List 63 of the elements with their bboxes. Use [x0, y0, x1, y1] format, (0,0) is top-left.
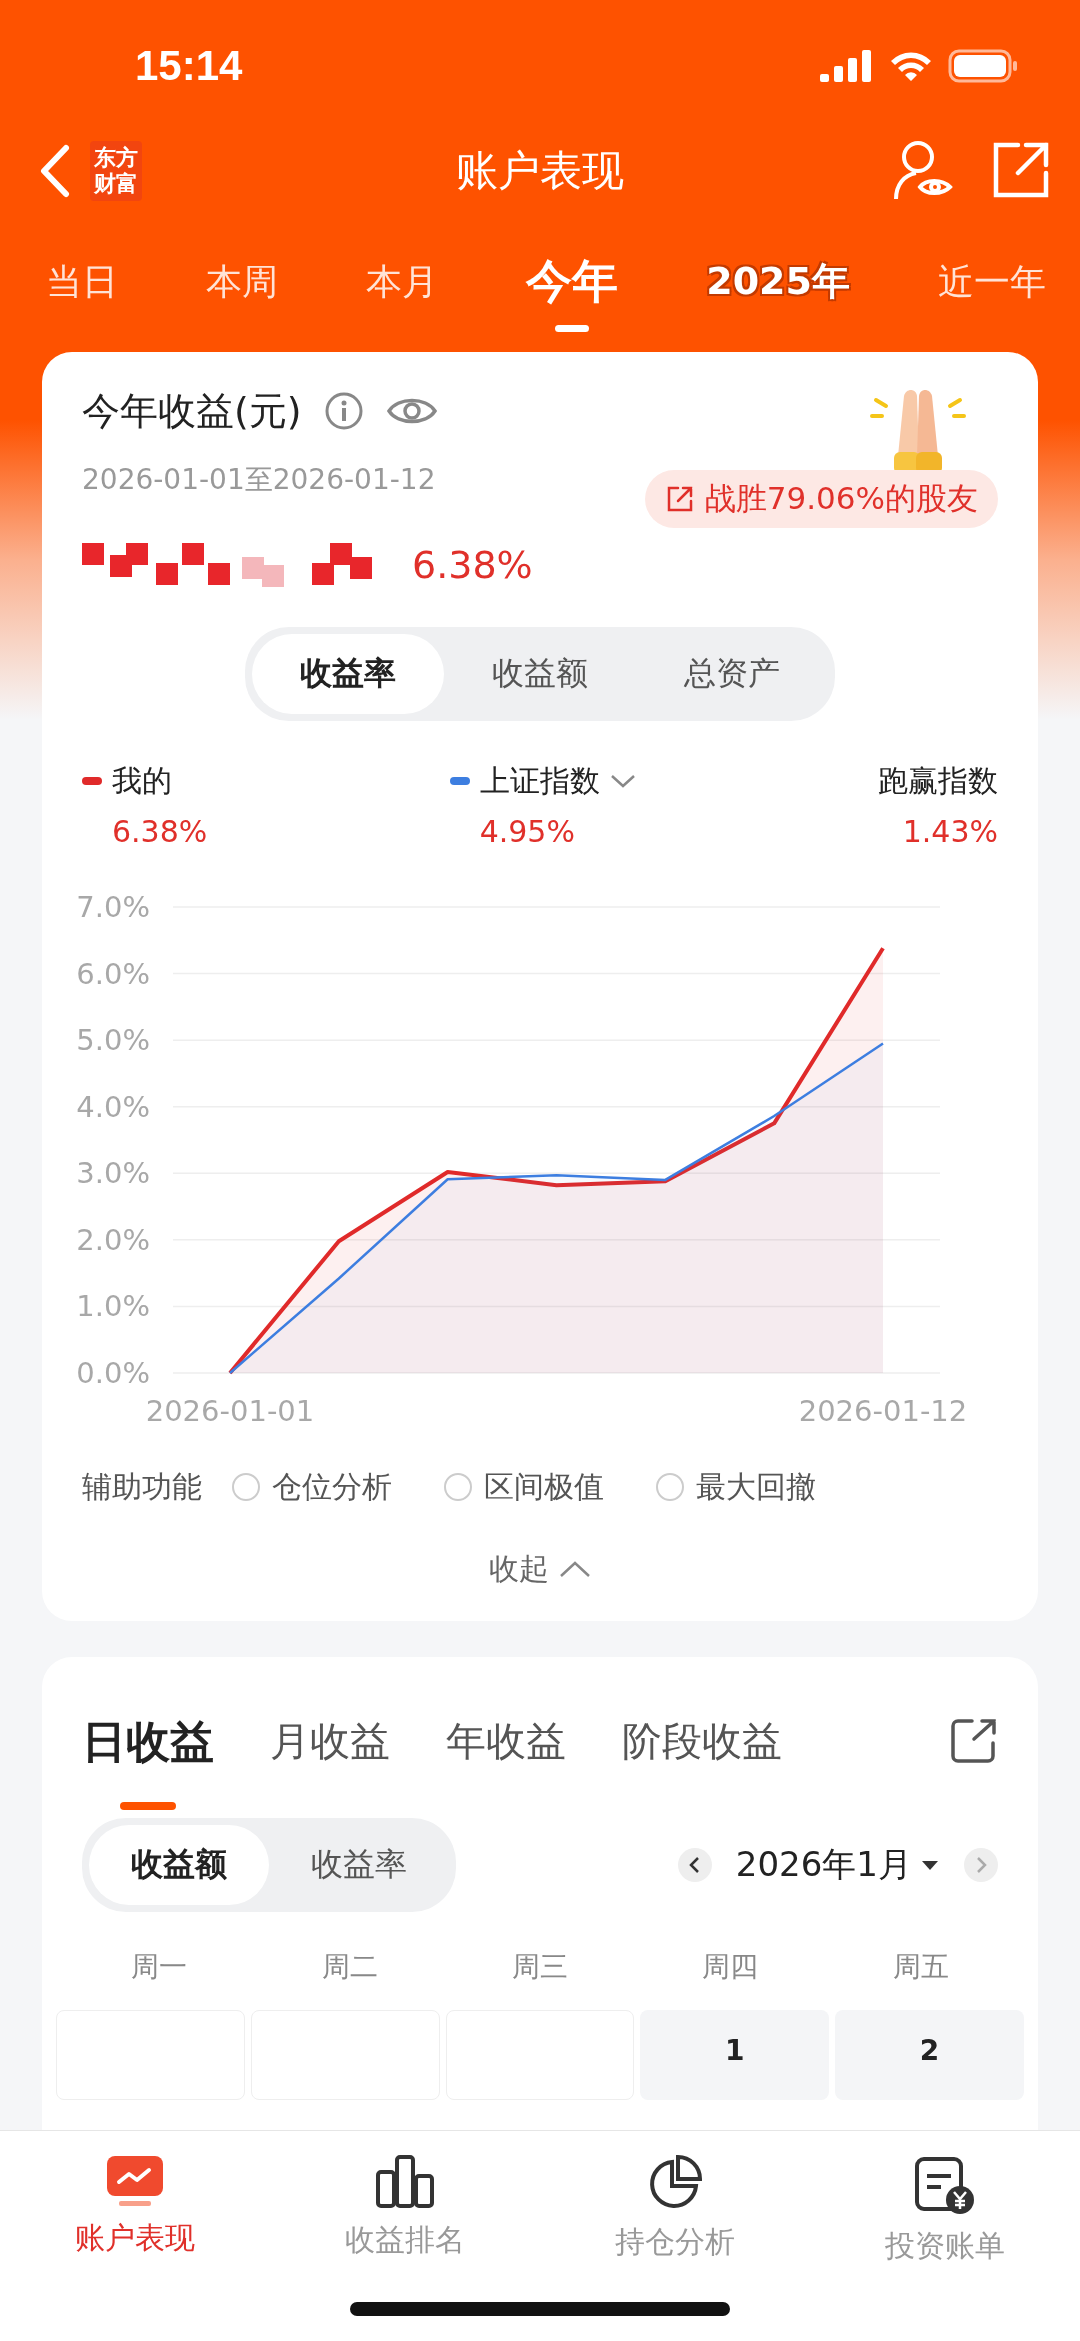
return-rate: 6.38% [412, 542, 533, 587]
radio-button[interactable] [656, 1473, 684, 1502]
app-logo: 东方 财富 [90, 140, 142, 201]
radio-button[interactable] [444, 1473, 472, 1502]
radio-button[interactable] [232, 1473, 260, 1502]
status-time: 15:14 [135, 41, 243, 90]
weekday-label: 周二 [320, 1949, 379, 1985]
legend-label: 跑赢指数 [878, 761, 998, 800]
calendar-day[interactable]: 1 [640, 2010, 830, 2100]
caret-down-icon [920, 1859, 940, 1871]
next-month-button[interactable] [964, 1848, 998, 1882]
axis-label: 0.0% [76, 1355, 150, 1390]
chevron-right-icon [974, 1856, 988, 1874]
legend-value: 1.43% [902, 813, 998, 849]
axis-label: 2026-01-01 [145, 1393, 315, 1428]
rank-badge[interactable]: 战胜79.06%的股友 [644, 469, 998, 528]
legend-label: 我的 [112, 761, 172, 800]
calendar-day[interactable]: 2 [835, 2010, 1024, 2100]
trend-monitor-icon [105, 2154, 165, 2208]
weekday-label: 周四 [701, 1949, 760, 1985]
legend-value: 6.38% [111, 813, 208, 849]
legend-value: 4.95% [478, 813, 576, 849]
axis-label: 2026-01-12 [798, 1393, 968, 1428]
metric-tab[interactable]: 收益率 [252, 633, 444, 714]
page-title: 账户表现 [456, 145, 624, 195]
aux-label: 辅助功能 [82, 1467, 202, 1506]
collapse-button[interactable]: 收起 [483, 1547, 597, 1591]
weekday-label: 周一 [130, 1949, 189, 1985]
aux-option[interactable]: 区间极值 [444, 1466, 604, 1508]
share-icon[interactable] [950, 1717, 998, 1766]
chevron-down-icon[interactable] [609, 773, 636, 790]
aux-option[interactable]: 仓位分析 [232, 1466, 392, 1508]
bill-yen-icon [914, 2154, 976, 2216]
previous-month-button[interactable] [677, 1848, 712, 1882]
date-range: 2026-01-01至2026-01-12 [82, 461, 436, 498]
signal-icon [820, 49, 874, 82]
metric-tab[interactable]: 收益额 [444, 633, 636, 714]
mode-tab[interactable]: 收益额 [89, 1825, 269, 1905]
aux-option[interactable]: 最大回撤 [656, 1466, 816, 1508]
battery-icon [948, 48, 1018, 83]
axis-label: 7.0% [76, 889, 150, 924]
axis-label: 1.0% [76, 1289, 150, 1324]
earnings-tab[interactable]: 阶段收益 [622, 1715, 782, 1808]
mode-tab[interactable]: 收益率 [269, 1825, 449, 1905]
month-picker[interactable]: 2026年1月 [729, 1841, 946, 1889]
chevron-left-icon [687, 1856, 702, 1874]
axis-label: 5.0% [76, 1022, 150, 1057]
info-icon[interactable] [323, 391, 364, 432]
earnings-tab[interactable]: 年收益 [446, 1715, 566, 1808]
weekday-label: 周三 [511, 1949, 569, 1985]
legend-label[interactable]: 上证指数 [479, 760, 600, 802]
nav-tab[interactable]: 账户表现 [35, 2153, 235, 2268]
axis-label: 6.0% [76, 956, 150, 991]
earnings-tab[interactable]: 月收益 [270, 1715, 390, 1808]
earnings-tab[interactable]: 日收益 [82, 1712, 214, 1810]
axis-label: 2.0% [76, 1222, 150, 1257]
axis-label: 4.0% [76, 1089, 150, 1124]
card-title: 今年收益(元) [82, 387, 302, 435]
weekday-label: 周五 [891, 1949, 950, 1985]
chevron-up-icon [559, 1560, 591, 1579]
metric-tab[interactable]: 总资产 [636, 633, 828, 714]
axis-label: 3.0% [76, 1156, 150, 1191]
bar-chart-icon [375, 2154, 435, 2210]
